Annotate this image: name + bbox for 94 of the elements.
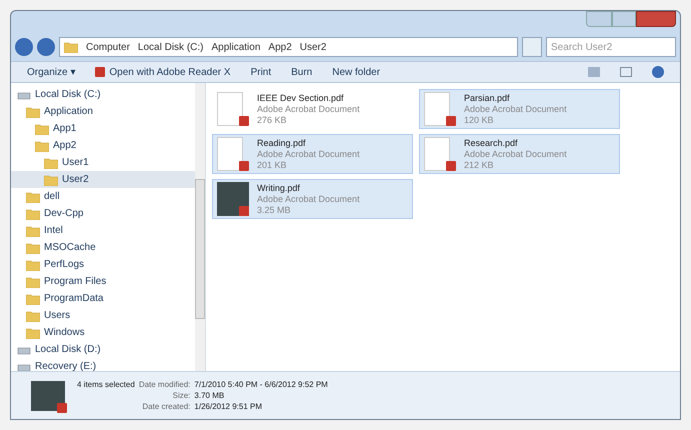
tree-item[interactable]: Local Disk (C:)	[11, 86, 195, 103]
tree-item[interactable]: App2	[11, 137, 195, 154]
tree-item[interactable]: Intel	[11, 222, 195, 239]
file-tile[interactable]: Research.pdf Adobe Acrobat Document 212 KB	[419, 134, 620, 174]
pdf-badge-icon	[239, 161, 249, 171]
tree-item[interactable]: User1	[11, 154, 195, 171]
tree-item[interactable]: dell	[11, 188, 195, 205]
folder-icon	[26, 310, 40, 322]
drive-icon	[17, 344, 31, 354]
folder-icon	[26, 276, 40, 288]
search-field[interactable]: Search User2	[546, 37, 676, 57]
pdf-badge-icon	[446, 161, 456, 171]
folder-icon	[35, 140, 49, 152]
file-name: Writing.pdf	[257, 182, 301, 194]
document-thumbnail	[424, 92, 450, 126]
file-type: Adobe Acrobat Document	[257, 194, 360, 204]
drive-icon	[17, 362, 31, 371]
file-tile[interactable]: Parsian.pdf Adobe Acrobat Document 120 KB	[419, 89, 620, 129]
folder-icon	[26, 326, 40, 338]
selection-count: 4 items selected	[77, 379, 135, 390]
breadcrumb-item[interactable]: Computer	[86, 40, 130, 54]
tree-item[interactable]: Dev-Cpp	[11, 205, 195, 222]
tree-item[interactable]: App1	[11, 120, 195, 137]
minimize-button[interactable]	[586, 11, 612, 27]
file-name: IEEE Dev Section.pdf	[257, 92, 345, 104]
detail-value: 3.70 MB	[194, 390, 226, 401]
tree-item[interactable]: Users	[11, 307, 195, 324]
pdf-badge-icon	[57, 402, 67, 412]
file-size: 276 KB	[257, 114, 288, 126]
pdf-badge-icon	[239, 206, 249, 216]
refresh-button[interactable]	[522, 37, 542, 57]
pdf-badge-icon	[95, 67, 106, 77]
breadcrumb-item[interactable]: App2	[268, 40, 292, 54]
folder-icon	[26, 292, 40, 304]
photo-placeholder	[217, 182, 249, 216]
tree-item[interactable]: Recovery (E:)	[11, 358, 195, 371]
drive-icon	[17, 90, 31, 100]
file-type: Adobe Acrobat Document	[257, 104, 360, 114]
detail-value: 7/1/2010 5:40 PM - 6/6/2012 9:52 PM	[194, 379, 328, 390]
file-size: 3.25 MB	[257, 204, 292, 216]
tree-item[interactable]: Program Files	[11, 273, 195, 290]
breadcrumb-item[interactable]: Application	[211, 40, 260, 54]
detail-label: Date modified:	[138, 379, 190, 390]
file-name: Research.pdf	[464, 138, 519, 148]
toolbar-button[interactable]: Open with Adobe Reader X	[95, 64, 231, 80]
tree-item[interactable]: ProgramData	[11, 290, 195, 307]
tree-item[interactable]: PerfLogs	[11, 256, 195, 273]
file-type: Adobe Acrobat Document	[464, 148, 567, 160]
detail-label: Date created:	[141, 401, 190, 412]
scrollbar[interactable]	[195, 83, 205, 371]
folder-icon	[26, 258, 40, 270]
file-name: Reading.pdf	[257, 138, 307, 148]
forward-button[interactable]	[37, 38, 55, 56]
toolbar-button[interactable]: Print	[250, 64, 272, 80]
breadcrumb-item[interactable]: User2	[300, 40, 326, 54]
document-thumbnail	[217, 92, 243, 126]
detail-value: 1/26/2012 9:51 PM	[194, 401, 264, 412]
file-name: Parsian.pdf	[464, 92, 511, 104]
back-button[interactable]	[15, 38, 33, 56]
folder-icon	[26, 208, 40, 220]
folder-icon	[26, 224, 40, 236]
file-type: Adobe Acrobat Document	[464, 104, 567, 114]
file-tile[interactable]: Writing.pdf Adobe Acrobat Document 3.25 MB	[212, 179, 413, 219]
pdf-badge-icon	[239, 116, 249, 126]
toolbar-button[interactable]: New folder	[332, 64, 380, 80]
photo-placeholder	[31, 380, 65, 410]
pdf-badge-icon	[446, 116, 456, 126]
file-size: 120 KB	[464, 114, 495, 126]
folder-icon	[26, 242, 40, 254]
file-tile[interactable]: Reading.pdf Adobe Acrobat Document 201 KB	[212, 134, 413, 174]
tree-item[interactable]: MSOCache	[11, 239, 195, 256]
address-bar[interactable]: Computer Local Disk (C:) Application App2 User2	[59, 37, 518, 57]
file-size: 201 KB	[257, 160, 288, 170]
file-type: Adobe Acrobat Document	[257, 148, 360, 160]
breadcrumb-item[interactable]: Local Disk (C:)	[138, 40, 204, 54]
folder-icon	[26, 106, 40, 118]
folder-icon	[44, 174, 58, 186]
file-size: 212 KB	[464, 160, 495, 170]
folder-icon	[44, 156, 58, 168]
document-thumbnail	[424, 137, 450, 171]
close-button[interactable]	[636, 11, 676, 27]
detail-label: Size:	[172, 390, 190, 401]
toolbar-button[interactable]: Burn	[291, 64, 312, 80]
tree-item[interactable]: Windows	[11, 324, 195, 341]
maximize-button[interactable]	[612, 11, 636, 27]
document-thumbnail	[217, 137, 243, 171]
tree-item[interactable]: Application	[11, 103, 195, 120]
toolbar-button[interactable]: Organize ▾	[27, 64, 76, 80]
preview-pane-icon[interactable]	[620, 67, 632, 77]
tree-item[interactable]: User2	[11, 171, 195, 188]
folder-icon	[26, 190, 40, 202]
folder-icon	[64, 41, 78, 53]
folder-icon	[35, 122, 49, 134]
tree-item[interactable]: Local Disk (D:)	[11, 341, 195, 358]
